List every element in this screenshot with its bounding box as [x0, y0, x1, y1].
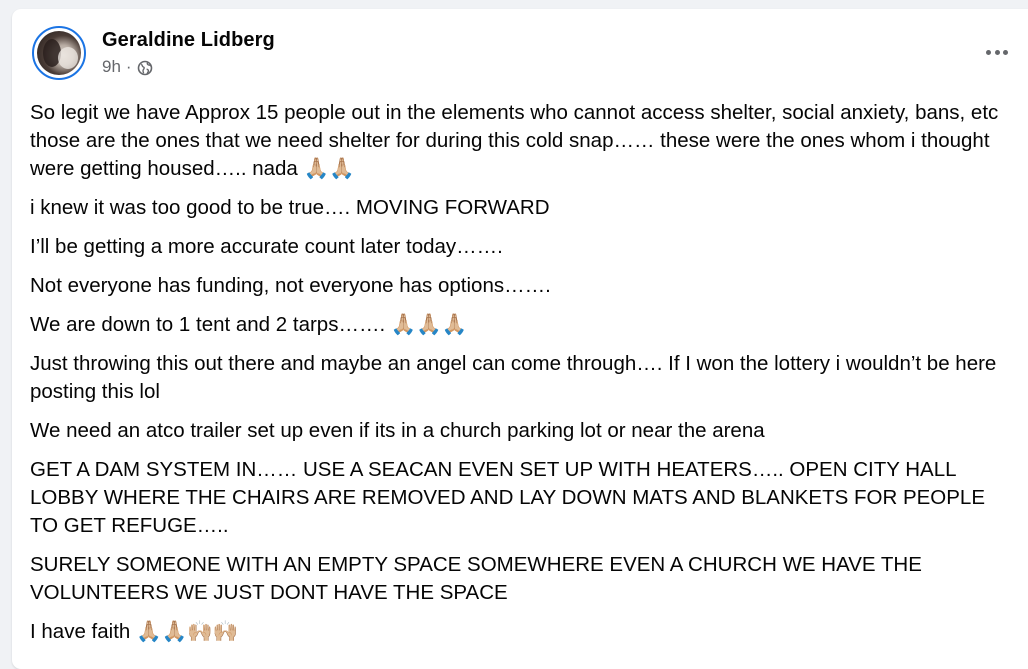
more-dot: [1002, 49, 1008, 55]
post-paragraph: So legit we have Approx 15 people out in…: [30, 101, 999, 180]
meta-separator: ·: [125, 57, 132, 76]
post-paragraph: SURELY SOMEONE WITH AN EMPTY SPACE SOMEW…: [30, 553, 922, 604]
post-paragraph: Not everyone has funding, not everyone h…: [30, 274, 551, 297]
post-paragraph: i knew it was too good to be true…. MOVI…: [30, 196, 550, 219]
post-card: Geraldine Lidberg 9h · So legit we have …: [12, 9, 1028, 669]
more-dot: [986, 49, 992, 55]
more-options-icon[interactable]: [982, 39, 1012, 65]
post-paragraph: GET A DAM SYSTEM IN…… USE A SEACAN EVEN …: [30, 458, 985, 537]
profile-photo: [37, 31, 81, 75]
post-meta: 9h ·: [102, 57, 153, 77]
more-dot: [994, 49, 1000, 55]
post-paragraph: Just throwing this out there and maybe a…: [30, 352, 997, 403]
post-paragraph: We need an atco trailer set up even if i…: [30, 419, 765, 442]
post-timestamp[interactable]: 9h: [102, 57, 121, 77]
post-paragraph: I’ll be getting a more accurate count la…: [30, 235, 503, 258]
avatar[interactable]: [32, 26, 86, 80]
post-paragraph: We are down to 1 tent and 2 tarps……. 🙏🏼🙏…: [30, 313, 468, 336]
post-text: So legit we have Approx 15 people out in…: [30, 99, 1015, 657]
author-name[interactable]: Geraldine Lidberg: [102, 29, 275, 52]
post-paragraph: I have faith 🙏🏼🙏🏼🙌🏼🙌🏼: [30, 620, 239, 643]
globe-icon[interactable]: [137, 60, 153, 76]
